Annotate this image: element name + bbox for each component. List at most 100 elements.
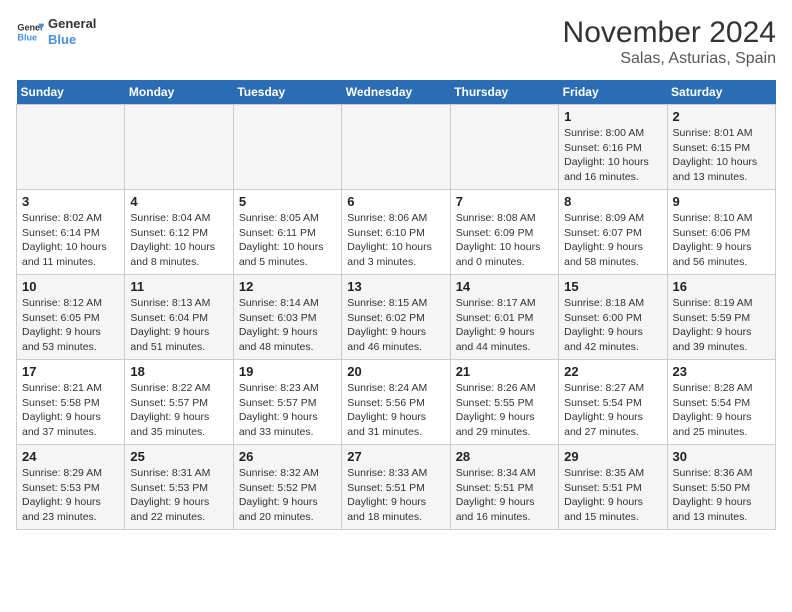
day-number: 11 <box>130 279 227 294</box>
day-info: Sunrise: 8:35 AMSunset: 5:51 PMDaylight:… <box>564 466 661 525</box>
page-title: November 2024 <box>563 16 776 50</box>
day-info: Sunrise: 8:10 AMSunset: 6:06 PMDaylight:… <box>673 211 770 270</box>
calendar-week-row: 3Sunrise: 8:02 AMSunset: 6:14 PMDaylight… <box>17 190 776 275</box>
calendar-cell: 25 Sunrise: 8:31 AMSunset: 5:53 PMDayligh… <box>125 445 233 530</box>
calendar-cell: 10 Sunrise: 8:12 AMSunset: 6:05 PMDayligh… <box>17 275 125 360</box>
day-number: 14 <box>456 279 553 294</box>
day-number: 29 <box>564 449 661 464</box>
calendar-cell: 7 Sunrise: 8:08 AMSunset: 6:09 PMDaylight… <box>450 190 558 275</box>
day-info: Sunrise: 8:04 AMSunset: 6:12 PMDaylight:… <box>130 211 227 270</box>
day-info: Sunrise: 8:31 AMSunset: 5:53 PMDaylight:… <box>130 466 227 525</box>
day-number: 19 <box>239 364 336 379</box>
page-subtitle: Salas, Asturias, Spain <box>563 50 776 68</box>
day-number: 23 <box>673 364 770 379</box>
day-number: 27 <box>347 449 444 464</box>
calendar-cell: 2Sunrise: 8:01 AMSunset: 6:15 PMDaylight… <box>667 105 775 190</box>
page-header: General Blue General Blue November 2024 … <box>16 16 776 68</box>
day-number: 15 <box>564 279 661 294</box>
calendar-cell <box>450 105 558 190</box>
calendar-cell <box>17 105 125 190</box>
day-number: 8 <box>564 194 661 209</box>
calendar-cell <box>125 105 233 190</box>
calendar-cell: 26 Sunrise: 8:32 AMSunset: 5:52 PMDayligh… <box>233 445 341 530</box>
day-info: Sunrise: 8:34 AMSunset: 5:51 PMDaylight:… <box>456 466 553 525</box>
day-info: Sunrise: 8:22 AMSunset: 5:57 PMDaylight:… <box>130 381 227 440</box>
day-info: Sunrise: 8:33 AMSunset: 5:51 PMDaylight:… <box>347 466 444 525</box>
weekday-header-row: SundayMondayTuesdayWednesdayThursdayFrid… <box>17 80 776 105</box>
calendar-week-row: 10 Sunrise: 8:12 AMSunset: 6:05 PMDayligh… <box>17 275 776 360</box>
day-info: Sunrise: 8:06 AMSunset: 6:10 PMDaylight:… <box>347 211 444 270</box>
day-number: 20 <box>347 364 444 379</box>
day-info: Sunrise: 8:29 AMSunset: 5:53 PMDaylight:… <box>22 466 119 525</box>
calendar-cell: 28 Sunrise: 8:34 AMSunset: 5:51 PMDayligh… <box>450 445 558 530</box>
calendar-cell: 19 Sunrise: 8:23 AMSunset: 5:57 PMDayligh… <box>233 360 341 445</box>
day-info: Sunrise: 8:00 AMSunset: 6:16 PMDaylight:… <box>564 126 661 185</box>
day-info: Sunrise: 8:08 AMSunset: 6:09 PMDaylight:… <box>456 211 553 270</box>
weekday-header: Friday <box>559 80 667 105</box>
day-number: 30 <box>673 449 770 464</box>
day-number: 21 <box>456 364 553 379</box>
calendar-cell: 13 Sunrise: 8:15 AMSunset: 6:02 PMDayligh… <box>342 275 450 360</box>
weekday-header: Tuesday <box>233 80 341 105</box>
calendar-cell: 4 Sunrise: 8:04 AMSunset: 6:12 PMDaylight… <box>125 190 233 275</box>
calendar-cell: 1 Sunrise: 8:00 AMSunset: 6:16 PMDaylight… <box>559 105 667 190</box>
calendar-cell: 8 Sunrise: 8:09 AMSunset: 6:07 PMDaylight… <box>559 190 667 275</box>
day-number: 13 <box>347 279 444 294</box>
day-info: Sunrise: 8:09 AMSunset: 6:07 PMDaylight:… <box>564 211 661 270</box>
day-info: Sunrise: 8:36 AMSunset: 5:50 PMDaylight:… <box>673 466 770 525</box>
day-info: Sunrise: 8:15 AMSunset: 6:02 PMDaylight:… <box>347 296 444 355</box>
day-info: Sunrise: 8:14 AMSunset: 6:03 PMDaylight:… <box>239 296 336 355</box>
day-number: 6 <box>347 194 444 209</box>
calendar-cell: 21Sunrise: 8:26 AMSunset: 5:55 PMDayligh… <box>450 360 558 445</box>
calendar-cell: 20Sunrise: 8:24 AMSunset: 5:56 PMDayligh… <box>342 360 450 445</box>
day-number: 24 <box>22 449 119 464</box>
weekday-header: Monday <box>125 80 233 105</box>
day-number: 1 <box>564 109 661 124</box>
calendar-week-row: 1 Sunrise: 8:00 AMSunset: 6:16 PMDaylight… <box>17 105 776 190</box>
calendar-cell: 9Sunrise: 8:10 AMSunset: 6:06 PMDaylight… <box>667 190 775 275</box>
calendar-cell: 29 Sunrise: 8:35 AMSunset: 5:51 PMDayligh… <box>559 445 667 530</box>
calendar-cell: 6 Sunrise: 8:06 AMSunset: 6:10 PMDaylight… <box>342 190 450 275</box>
calendar-cell: 18 Sunrise: 8:22 AMSunset: 5:57 PMDayligh… <box>125 360 233 445</box>
day-info: Sunrise: 8:32 AMSunset: 5:52 PMDaylight:… <box>239 466 336 525</box>
day-info: Sunrise: 8:13 AMSunset: 6:04 PMDaylight:… <box>130 296 227 355</box>
day-number: 17 <box>22 364 119 379</box>
calendar-cell: 15 Sunrise: 8:18 AMSunset: 6:00 PMDayligh… <box>559 275 667 360</box>
day-info: Sunrise: 8:23 AMSunset: 5:57 PMDaylight:… <box>239 381 336 440</box>
svg-text:Blue: Blue <box>17 32 37 42</box>
day-number: 28 <box>456 449 553 464</box>
weekday-header: Thursday <box>450 80 558 105</box>
day-info: Sunrise: 8:12 AMSunset: 6:05 PMDaylight:… <box>22 296 119 355</box>
day-number: 25 <box>130 449 227 464</box>
calendar-table: SundayMondayTuesdayWednesdayThursdayFrid… <box>16 80 776 530</box>
day-info: Sunrise: 8:28 AMSunset: 5:54 PMDaylight:… <box>673 381 770 440</box>
calendar-cell: 16 Sunrise: 8:19 AMSunset: 5:59 PMDayligh… <box>667 275 775 360</box>
calendar-cell: 23 Sunrise: 8:28 AMSunset: 5:54 PMDayligh… <box>667 360 775 445</box>
calendar-cell: 3Sunrise: 8:02 AMSunset: 6:14 PMDaylight… <box>17 190 125 275</box>
day-info: Sunrise: 8:18 AMSunset: 6:00 PMDaylight:… <box>564 296 661 355</box>
day-number: 22 <box>564 364 661 379</box>
day-number: 12 <box>239 279 336 294</box>
day-info: Sunrise: 8:01 AMSunset: 6:15 PMDaylight:… <box>673 126 770 185</box>
day-number: 10 <box>22 279 119 294</box>
calendar-cell: 11 Sunrise: 8:13 AMSunset: 6:04 PMDayligh… <box>125 275 233 360</box>
day-number: 26 <box>239 449 336 464</box>
logo: General Blue General Blue <box>16 16 96 47</box>
day-number: 4 <box>130 194 227 209</box>
logo-general: General <box>48 16 96 32</box>
day-info: Sunrise: 8:27 AMSunset: 5:54 PMDaylight:… <box>564 381 661 440</box>
weekday-header: Saturday <box>667 80 775 105</box>
day-number: 7 <box>456 194 553 209</box>
weekday-header: Wednesday <box>342 80 450 105</box>
weekday-header: Sunday <box>17 80 125 105</box>
day-info: Sunrise: 8:19 AMSunset: 5:59 PMDaylight:… <box>673 296 770 355</box>
calendar-cell: 22 Sunrise: 8:27 AMSunset: 5:54 PMDayligh… <box>559 360 667 445</box>
day-number: 3 <box>22 194 119 209</box>
calendar-cell: 14Sunrise: 8:17 AMSunset: 6:01 PMDayligh… <box>450 275 558 360</box>
day-info: Sunrise: 8:05 AMSunset: 6:11 PMDaylight:… <box>239 211 336 270</box>
day-number: 18 <box>130 364 227 379</box>
calendar-cell: 17Sunrise: 8:21 AMSunset: 5:58 PMDayligh… <box>17 360 125 445</box>
day-number: 16 <box>673 279 770 294</box>
calendar-week-row: 17Sunrise: 8:21 AMSunset: 5:58 PMDayligh… <box>17 360 776 445</box>
calendar-cell <box>233 105 341 190</box>
